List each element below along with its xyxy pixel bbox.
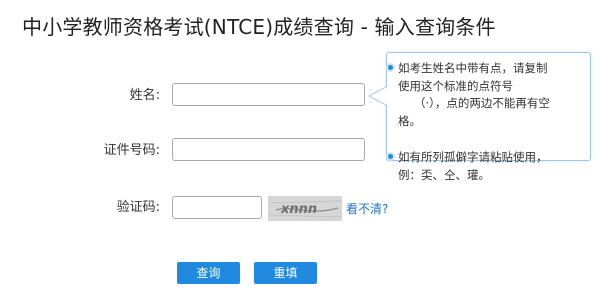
submit-query-button[interactable]: 查询: [177, 262, 240, 284]
id-number-input[interactable]: [172, 138, 365, 161]
hint-item-rare-chars: 如有所列孤僻字请粘贴使用， 例：奀、仝、瓘。: [386, 149, 598, 184]
captcha-text: xnnn: [280, 202, 317, 217]
captcha-noise-icon: xnnn: [268, 196, 342, 221]
hint-item-name-dot: 如考生姓名中带有点，请复制 使用这个标准的点符号 （·），点的两边不能再有空 格…: [386, 60, 588, 130]
hint-line: 如考生姓名中带有点，请复制: [398, 61, 548, 75]
id-number-label: 证件号码:: [103, 143, 160, 158]
hint-line: 格。: [398, 113, 421, 128]
reset-button[interactable]: 重填: [254, 262, 317, 284]
hint-line: 如有所列孤僻字请粘贴使用，: [398, 150, 548, 164]
name-input[interactable]: [172, 83, 365, 106]
bullet-icon: [386, 63, 395, 72]
bullet-icon: [386, 152, 395, 161]
captcha-input[interactable]: [172, 196, 262, 219]
captcha-image[interactable]: xnnn: [268, 196, 342, 221]
captcha-label: 验证码:: [116, 200, 160, 215]
refresh-captcha-link[interactable]: 看不清?: [346, 200, 388, 218]
hint-line: 例：奀、仝、瓘。: [398, 167, 490, 182]
name-label: 姓名:: [129, 88, 160, 103]
hint-line: （·），点的两边不能再有空: [414, 96, 550, 110]
hint-line: 使用这个标准的点符号: [398, 78, 513, 93]
page-title: 中小学教师资格考试(NTCE)成绩查询 - 输入查询条件: [22, 15, 496, 39]
